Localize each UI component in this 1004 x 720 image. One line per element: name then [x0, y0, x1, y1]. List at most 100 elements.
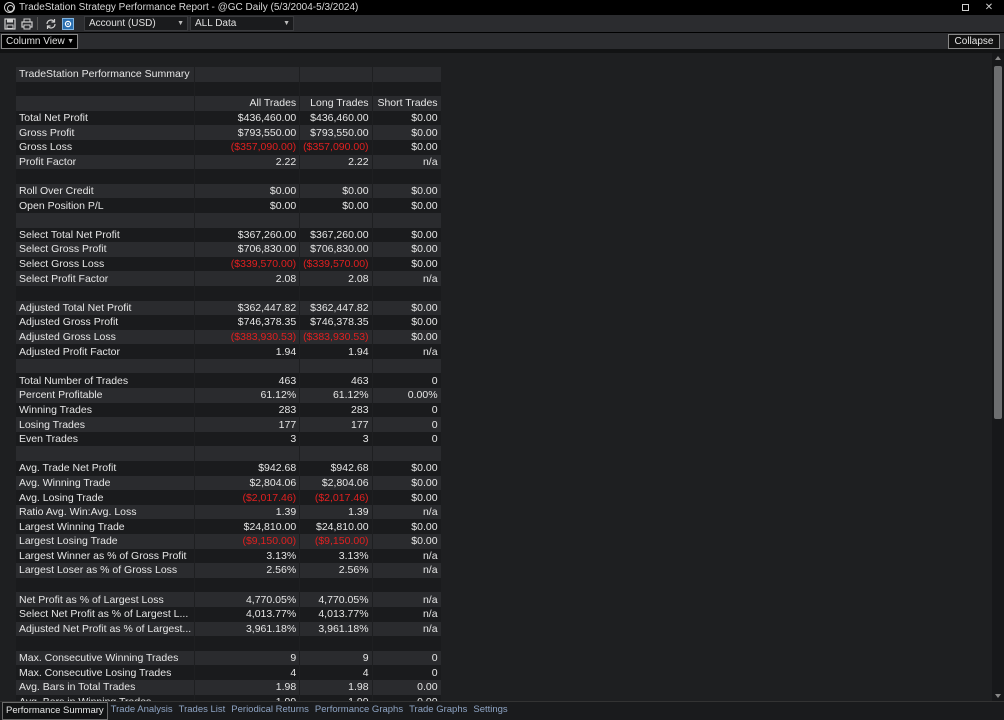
short-trades-cell [372, 636, 442, 651]
row-label: Ratio Avg. Win:Avg. Loss [16, 504, 196, 520]
long-trades-cell: $0.00 [299, 183, 373, 199]
row-label [16, 96, 196, 111]
row-label [16, 285, 196, 301]
table-row: Adjusted Net Profit as % of Largest... 3,… [16, 621, 442, 637]
row-label [16, 212, 196, 228]
scrollbar-thumb[interactable] [994, 66, 1002, 419]
tab-performance-summary[interactable]: Performance Summary [2, 702, 108, 720]
table-row: Largest Losing Trade ($9,150.00) ($9,150.0… [16, 534, 442, 549]
table-row: Avg. Bars in Total Trades 1.98 1.98 0.00 [16, 679, 442, 695]
table-row: Adjusted Profit Factor 1.94 1.94 n/a [16, 344, 442, 359]
tab-periodical-returns[interactable]: Periodical Returns [228, 702, 312, 717]
scroll-down-icon[interactable] [995, 694, 1001, 698]
data-range-dropdown[interactable]: ALL Data ▼ [190, 16, 294, 31]
short-trades-cell: $0.00 [372, 329, 442, 345]
long-trades-cell: 1.94 [299, 344, 373, 359]
short-trades-cell: $0.00 [372, 227, 442, 243]
short-trades-cell: n/a [372, 344, 442, 359]
table-row: Select Gross Loss ($339,570.00) ($339,570.… [16, 256, 442, 272]
table-row: Select Net Profit as % of Largest L... 4,… [16, 606, 442, 622]
long-trades-cell: 3 [299, 431, 373, 447]
report-pane: TradeStation Performance Summary All Trad… [0, 53, 992, 701]
row-label: Even Trades [16, 431, 196, 447]
row-label: Max. Consecutive Losing Trades [16, 665, 196, 680]
table-row [16, 212, 442, 228]
long-trades-cell: $367,260.00 [299, 227, 373, 243]
short-trades-cell [372, 212, 442, 228]
app-logo-icon [4, 2, 15, 13]
all-trades-cell: ($357,090.00) [194, 139, 301, 155]
scroll-up-icon[interactable] [995, 56, 1001, 60]
long-trades-cell: 61.12% [299, 388, 373, 403]
short-trades-cell: n/a [372, 504, 442, 520]
long-trades-cell [299, 636, 373, 651]
print-icon[interactable] [20, 17, 34, 31]
all-trades-cell: 1.98 [194, 679, 301, 695]
all-trades-cell: 2.22 [194, 154, 301, 170]
close-icon[interactable]: ✕ [978, 0, 1000, 15]
short-trades-cell: $0.00 [372, 315, 442, 330]
view-mode-dropdown[interactable]: Column View ▼ [1, 34, 78, 49]
account-dropdown[interactable]: Account (USD) ▼ [84, 16, 188, 31]
row-label: Select Gross Loss [16, 256, 196, 272]
tab-trade-analysis[interactable]: Trade Analysis [108, 702, 176, 717]
all-trades-cell: 3,961.18% [194, 621, 301, 637]
table-row: Total Net Profit $436,460.00 $436,460.00 $0… [16, 110, 442, 126]
short-trades-cell: 0.00% [372, 388, 442, 403]
long-trades-cell [299, 67, 373, 82]
table-row [16, 358, 442, 374]
row-label: Largest Winner as % of Gross Profit [16, 548, 196, 564]
all-trades-cell: 1.94 [194, 344, 301, 359]
collapse-button[interactable]: Collapse [948, 34, 1000, 49]
long-trades-cell [299, 358, 373, 374]
short-trades-cell: n/a [372, 154, 442, 170]
vertical-scrollbar[interactable] [992, 53, 1004, 701]
long-trades-cell: 1.98 [299, 679, 373, 695]
all-trades-cell: $2,804.06 [194, 475, 301, 491]
long-trades-cell: 2.56% [299, 563, 373, 578]
table-row: Avg. Losing Trade ($2,017.46) ($2,017.46) $… [16, 490, 442, 505]
row-label: Total Number of Trades [16, 373, 196, 389]
row-label: Losing Trades [16, 417, 196, 432]
maximize-icon[interactable] [954, 0, 976, 15]
all-trades-cell: 283 [194, 402, 301, 418]
long-trades-cell: 4,770.05% [299, 592, 373, 607]
long-trades-cell: 463 [299, 373, 373, 389]
data-range-dropdown-value: ALL Data [195, 18, 237, 29]
tab-trades-list[interactable]: Trades List [176, 702, 229, 717]
table-row: Select Profit Factor 2.08 2.08 n/a [16, 271, 442, 286]
long-trades-cell: 3.13% [299, 548, 373, 564]
tab-performance-graphs[interactable]: Performance Graphs [312, 702, 406, 717]
long-trades-cell: ($357,090.00) [299, 139, 373, 155]
all-trades-cell [194, 67, 301, 82]
tab-trade-graphs[interactable]: Trade Graphs [406, 702, 470, 717]
short-trades-cell: $0.00 [372, 139, 442, 155]
short-trades-cell: $0.00 [372, 534, 442, 549]
long-trades-cell: ($383,930.53) [299, 329, 373, 345]
table-row: Adjusted Gross Loss ($383,930.53) ($383,93… [16, 329, 442, 345]
refresh-icon[interactable] [44, 17, 58, 31]
view-mode-dropdown-value: Column View [6, 36, 65, 47]
chevron-down-icon: ▼ [283, 20, 290, 27]
short-trades-cell: n/a [372, 548, 442, 564]
all-trades-cell: ($2,017.46) [194, 490, 301, 505]
long-trades-cell: $362,447.82 [299, 300, 373, 316]
row-label: Avg. Trade Net Profit [16, 461, 196, 476]
long-trades-cell: $0.00 [299, 198, 373, 213]
table-row: Percent Profitable 61.12% 61.12% 0.00% [16, 388, 442, 403]
table-row: Winning Trades 283 283 0 [16, 402, 442, 418]
row-label: Roll Over Credit [16, 183, 196, 199]
settings-icon[interactable] [61, 17, 75, 31]
table-row: Adjusted Total Net Profit $362,447.82 $362… [16, 300, 442, 316]
long-trades-cell: $2,804.06 [299, 475, 373, 491]
all-trades-cell [194, 169, 301, 184]
row-label: Percent Profitable [16, 388, 196, 403]
table-row [16, 169, 442, 184]
tab-settings[interactable]: Settings [470, 702, 510, 717]
short-trades-cell: n/a [372, 271, 442, 286]
row-label: Avg. Winning Trade [16, 475, 196, 491]
all-trades-cell: $362,447.82 [194, 300, 301, 316]
save-icon[interactable] [3, 17, 17, 31]
row-label: Select Gross Profit [16, 242, 196, 257]
table-row [16, 285, 442, 301]
